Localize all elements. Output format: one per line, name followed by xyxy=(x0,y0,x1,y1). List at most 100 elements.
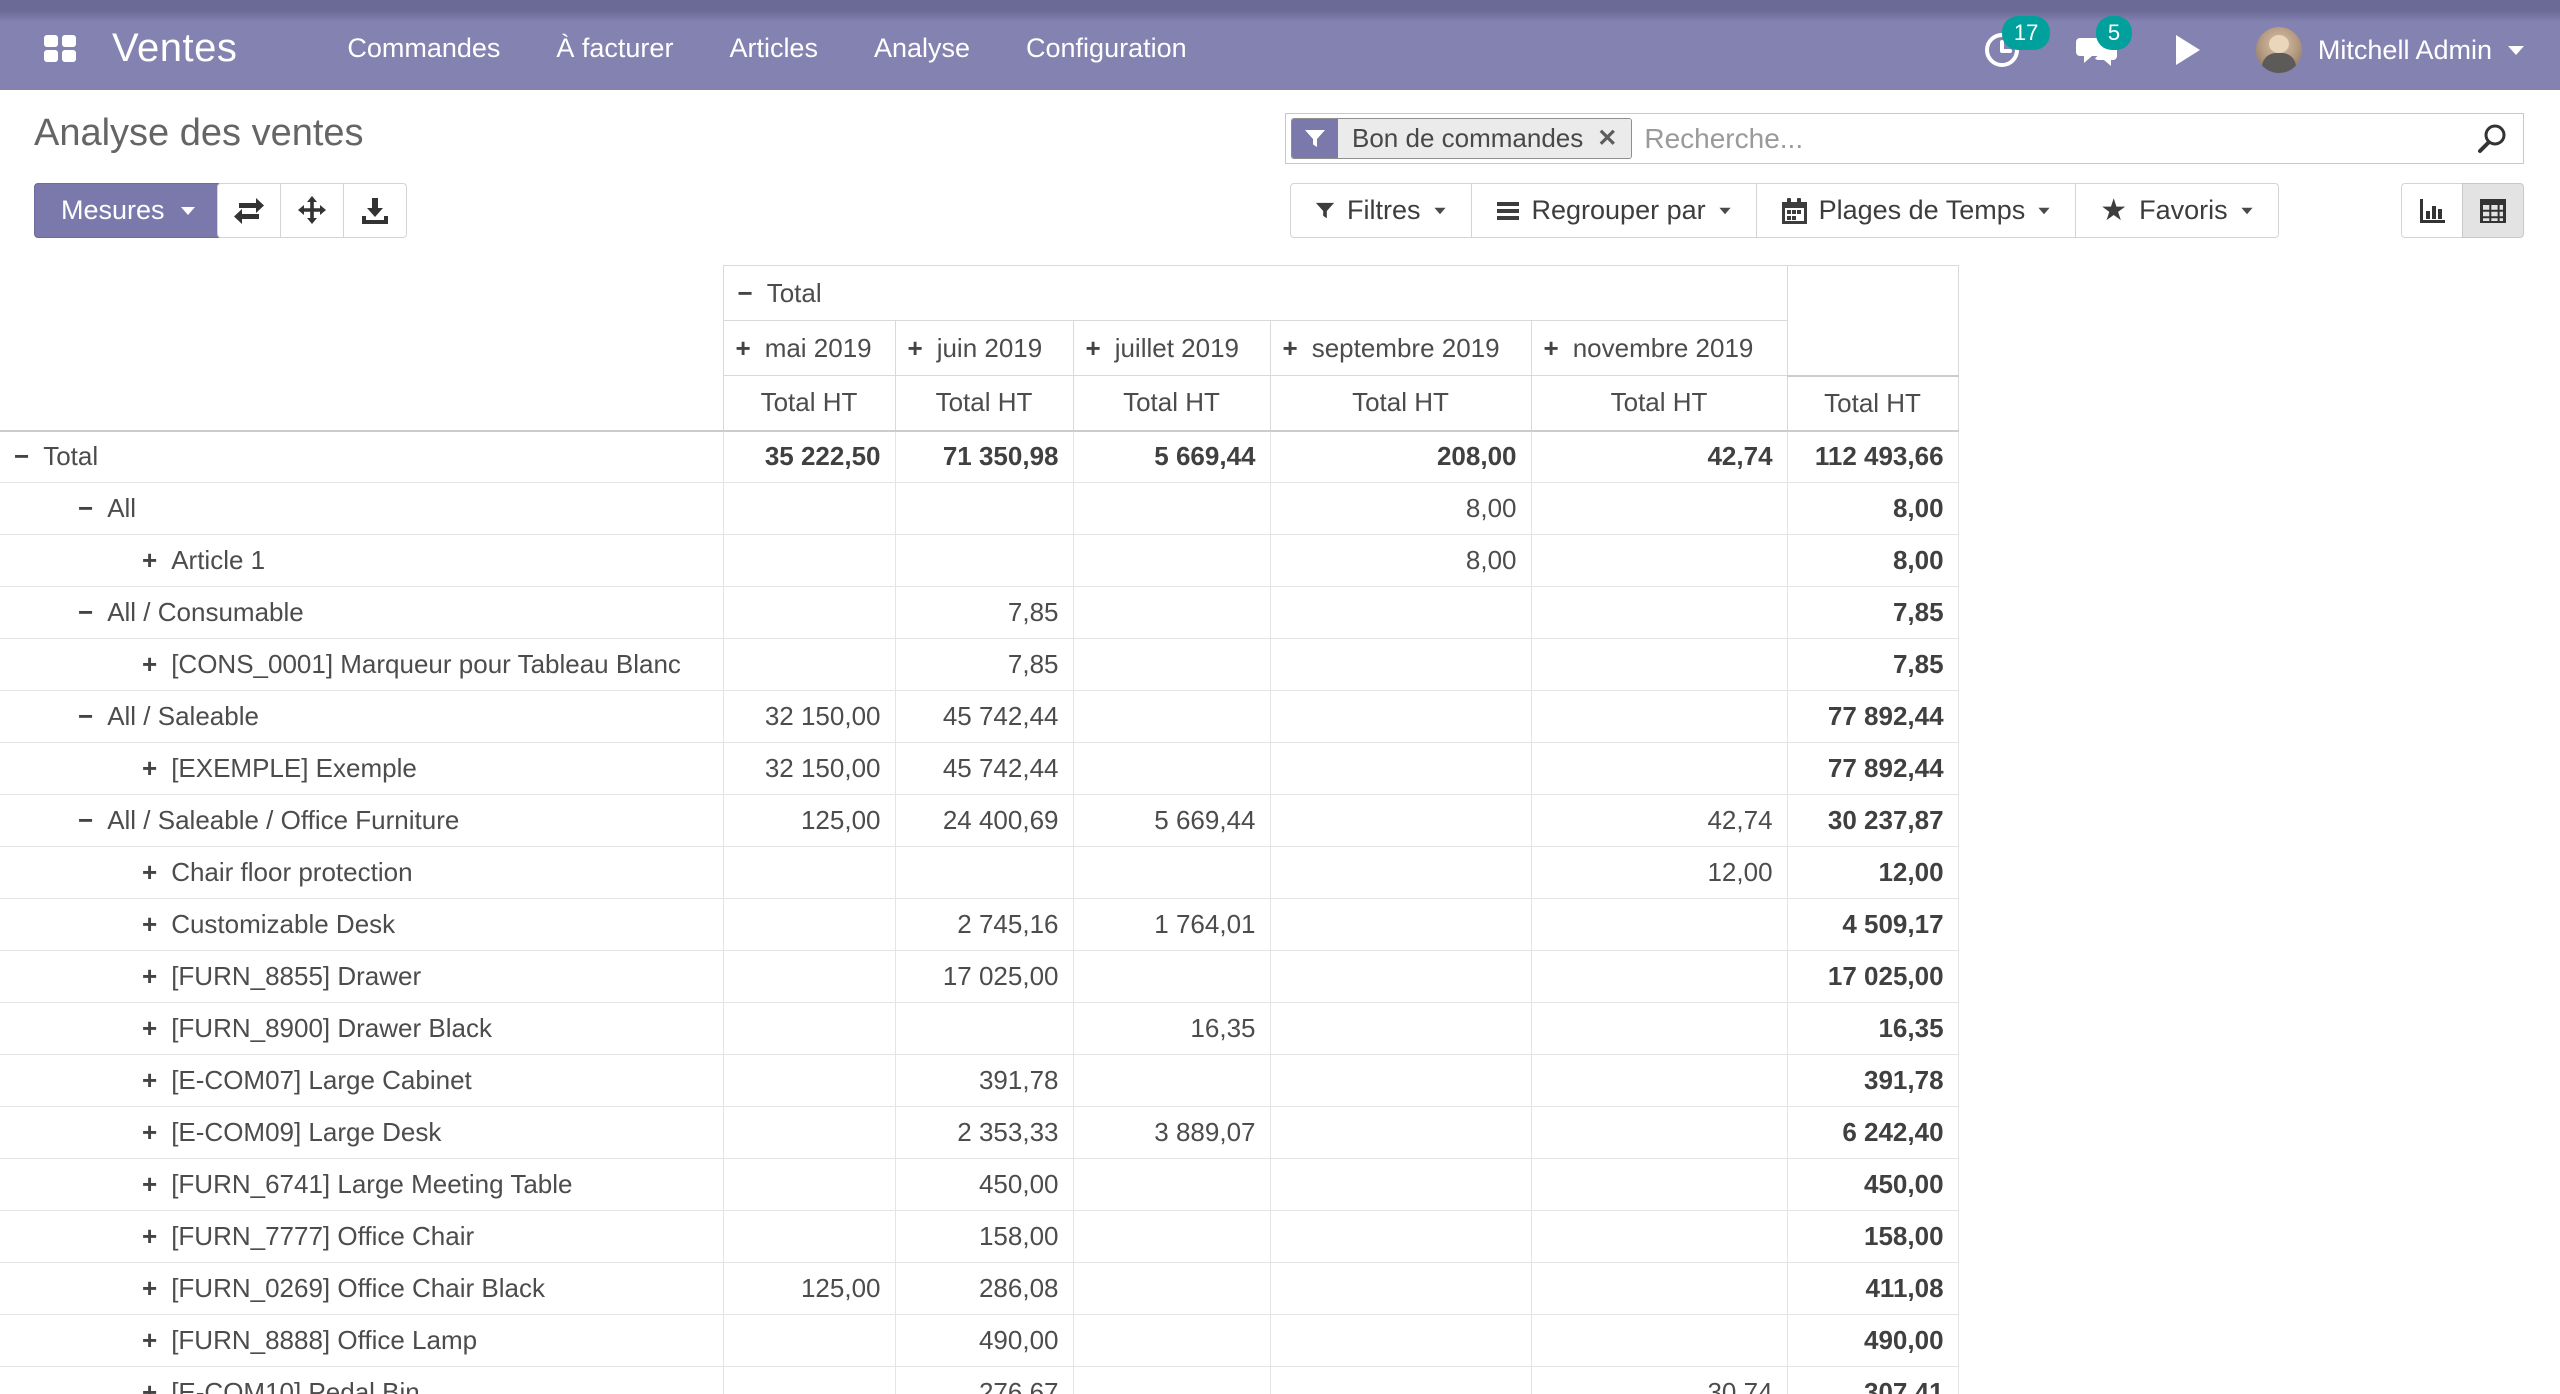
pivot-corner-cell xyxy=(0,376,723,431)
groupby-button[interactable]: Regrouper par xyxy=(1471,183,1757,238)
pivot-table: −Total +mai 2019 +juin 2019 +juillet 201… xyxy=(0,265,1959,1394)
timeranges-button[interactable]: Plages de Temps xyxy=(1756,183,2077,238)
pivot-row-header[interactable]: +Chair floor protection xyxy=(0,847,723,899)
pivot-row-header[interactable]: +[FURN_8888] Office Lamp xyxy=(0,1315,723,1367)
pivot-col-header-juin-2019[interactable]: +juin 2019 xyxy=(895,321,1073,376)
pivot-row: +[FURN_8888] Office Lamp490,00490,00 xyxy=(0,1315,1958,1367)
pivot-row: −All / Consumable7,857,85 xyxy=(0,587,1958,639)
graph-view-button[interactable] xyxy=(2401,183,2463,238)
expand-icon: + xyxy=(908,333,923,364)
pivot-value-cell xyxy=(723,639,895,691)
pivot-row-header[interactable]: +[E-COM09] Large Desk xyxy=(0,1107,723,1159)
user-menu[interactable]: Mitchell Admin xyxy=(2256,27,2524,73)
search-icon[interactable] xyxy=(2475,122,2509,156)
pivot-value-cell: 32 150,00 xyxy=(723,691,895,743)
pivot-row-header[interactable]: +[E-COM10] Pedal Bin xyxy=(0,1367,723,1394)
pivot-value-cell: 7,85 xyxy=(895,587,1073,639)
pivot-measure-header[interactable]: Total HT xyxy=(723,376,895,431)
pivot-value-cell xyxy=(1270,1003,1531,1055)
pivot-row-header[interactable]: +[E-COM07] Large Cabinet xyxy=(0,1055,723,1107)
pivot-value-cell: 16,35 xyxy=(1073,1003,1270,1055)
filters-button[interactable]: Filtres xyxy=(1290,183,1472,238)
pivot-col-header-novembre-2019[interactable]: +novembre 2019 xyxy=(1531,321,1787,376)
pivot-value-cell xyxy=(1531,743,1787,795)
groupby-label: Regrouper par xyxy=(1532,195,1706,226)
apps-menu-button[interactable] xyxy=(34,22,86,74)
favorites-button[interactable]: ★ Favoris xyxy=(2075,183,2278,238)
pivot-row-header[interactable]: +[EXEMPLE] Exemple xyxy=(0,743,723,795)
pivot-view-button[interactable] xyxy=(2462,183,2524,238)
pivot-row: +Article 18,008,00 xyxy=(0,535,1958,587)
pivot-row-header[interactable]: +[FURN_6741] Large Meeting Table xyxy=(0,1159,723,1211)
pivot-value-cell: 2 353,33 xyxy=(895,1107,1073,1159)
pivot-col-header-septembre-2019[interactable]: +septembre 2019 xyxy=(1270,321,1531,376)
pivot-col-header-mai-2019[interactable]: +mai 2019 xyxy=(723,321,895,376)
pivot-value-cell xyxy=(1270,1367,1531,1394)
measures-button[interactable]: Mesures xyxy=(34,183,222,238)
pivot-row-header[interactable]: −All / Saleable xyxy=(0,691,723,743)
expand-icon: + xyxy=(1086,333,1101,364)
pivot-col-header-juillet-2019[interactable]: +juillet 2019 xyxy=(1073,321,1270,376)
pivot-row-header[interactable]: −All / Consumable xyxy=(0,587,723,639)
pivot-value-cell xyxy=(723,847,895,899)
menu-item-configuration[interactable]: Configuration xyxy=(1026,33,1187,64)
pivot-row-label: [E-COM10] Pedal Bin xyxy=(171,1377,420,1394)
expand-icon: + xyxy=(142,1117,157,1148)
pivot-value-cell xyxy=(1531,1159,1787,1211)
pivot-row-header[interactable]: −All / Saleable / Office Furniture xyxy=(0,795,723,847)
pivot-row-header[interactable]: −All xyxy=(0,483,723,535)
pivot-corner-cell xyxy=(0,266,723,321)
pivot-measure-header[interactable]: Total HT xyxy=(1787,376,1958,431)
download-button[interactable] xyxy=(343,183,407,238)
pivot-measure-header[interactable]: Total HT xyxy=(1531,376,1787,431)
pivot-row-label: All xyxy=(107,493,136,523)
menu-item-analyse[interactable]: Analyse xyxy=(874,33,970,64)
pivot-colgroup-header[interactable]: −Total xyxy=(723,266,1787,321)
navbar-menu: Commandes À facturer Articles Analyse Co… xyxy=(347,33,1186,64)
pivot-value-cell xyxy=(723,951,895,1003)
pivot-value-cell xyxy=(895,847,1073,899)
pivot-value-cell xyxy=(1073,1211,1270,1263)
pivot-row-header[interactable]: +Article 1 xyxy=(0,535,723,587)
play-tour-button[interactable] xyxy=(2174,34,2202,66)
timeranges-label: Plages de Temps xyxy=(1819,195,2026,226)
pivot-measure-header[interactable]: Total HT xyxy=(1073,376,1270,431)
col-label: mai 2019 xyxy=(765,333,872,363)
pivot-row-header[interactable]: +[CONS_0001] Marqueur pour Tableau Blanc xyxy=(0,639,723,691)
pivot-row-header[interactable]: +[FURN_8855] Drawer xyxy=(0,951,723,1003)
pivot-measure-header[interactable]: Total HT xyxy=(895,376,1073,431)
pivot-total-col-header[interactable] xyxy=(1787,266,1958,376)
pivot-value-cell: 4 509,17 xyxy=(1787,899,1958,951)
pivot-header-group-row: −Total xyxy=(0,266,1958,321)
flip-axes-button[interactable] xyxy=(217,183,281,238)
pivot-row-header[interactable]: −Total xyxy=(0,431,723,483)
expand-icon: + xyxy=(142,1221,157,1252)
pivot-row-label: Chair floor protection xyxy=(171,857,412,887)
pivot-value-cell: 32 150,00 xyxy=(723,743,895,795)
menu-item-a-facturer[interactable]: À facturer xyxy=(556,33,673,64)
expand-all-button[interactable] xyxy=(280,183,344,238)
download-icon xyxy=(360,196,390,226)
pivot-measure-header[interactable]: Total HT xyxy=(1270,376,1531,431)
app-screen: Ventes Commandes À facturer Articles Ana… xyxy=(0,0,2560,1394)
pivot-value-cell xyxy=(1531,483,1787,535)
pivot-value-cell: 77 892,44 xyxy=(1787,743,1958,795)
pivot-value-cell: 30 237,87 xyxy=(1787,795,1958,847)
pivot-header-measures-row: Total HT Total HT Total HT Total HT Tota… xyxy=(0,376,1958,431)
search-input[interactable] xyxy=(1632,123,2475,155)
app-name[interactable]: Ventes xyxy=(112,26,237,71)
pivot-row: +[FURN_6741] Large Meeting Table450,0045… xyxy=(0,1159,1958,1211)
pivot-row-header[interactable]: +[FURN_0269] Office Chair Black xyxy=(0,1263,723,1315)
search-box[interactable]: Bon de commandes ✕ xyxy=(1285,113,2524,164)
pivot-value-cell: 35 222,50 xyxy=(723,431,895,483)
activities-button[interactable]: 17 xyxy=(1982,30,2022,70)
pivot-value-cell: 450,00 xyxy=(1787,1159,1958,1211)
messages-button[interactable]: 5 xyxy=(2076,30,2120,70)
pivot-row-header[interactable]: +Customizable Desk xyxy=(0,899,723,951)
pivot-row-header[interactable]: +[FURN_7777] Office Chair xyxy=(0,1211,723,1263)
pivot-row-header[interactable]: +[FURN_8900] Drawer Black xyxy=(0,1003,723,1055)
menu-item-commandes[interactable]: Commandes xyxy=(347,33,500,64)
menu-item-articles[interactable]: Articles xyxy=(729,33,818,64)
pivot-value-cell xyxy=(895,535,1073,587)
facet-remove-icon[interactable]: ✕ xyxy=(1597,124,1617,153)
